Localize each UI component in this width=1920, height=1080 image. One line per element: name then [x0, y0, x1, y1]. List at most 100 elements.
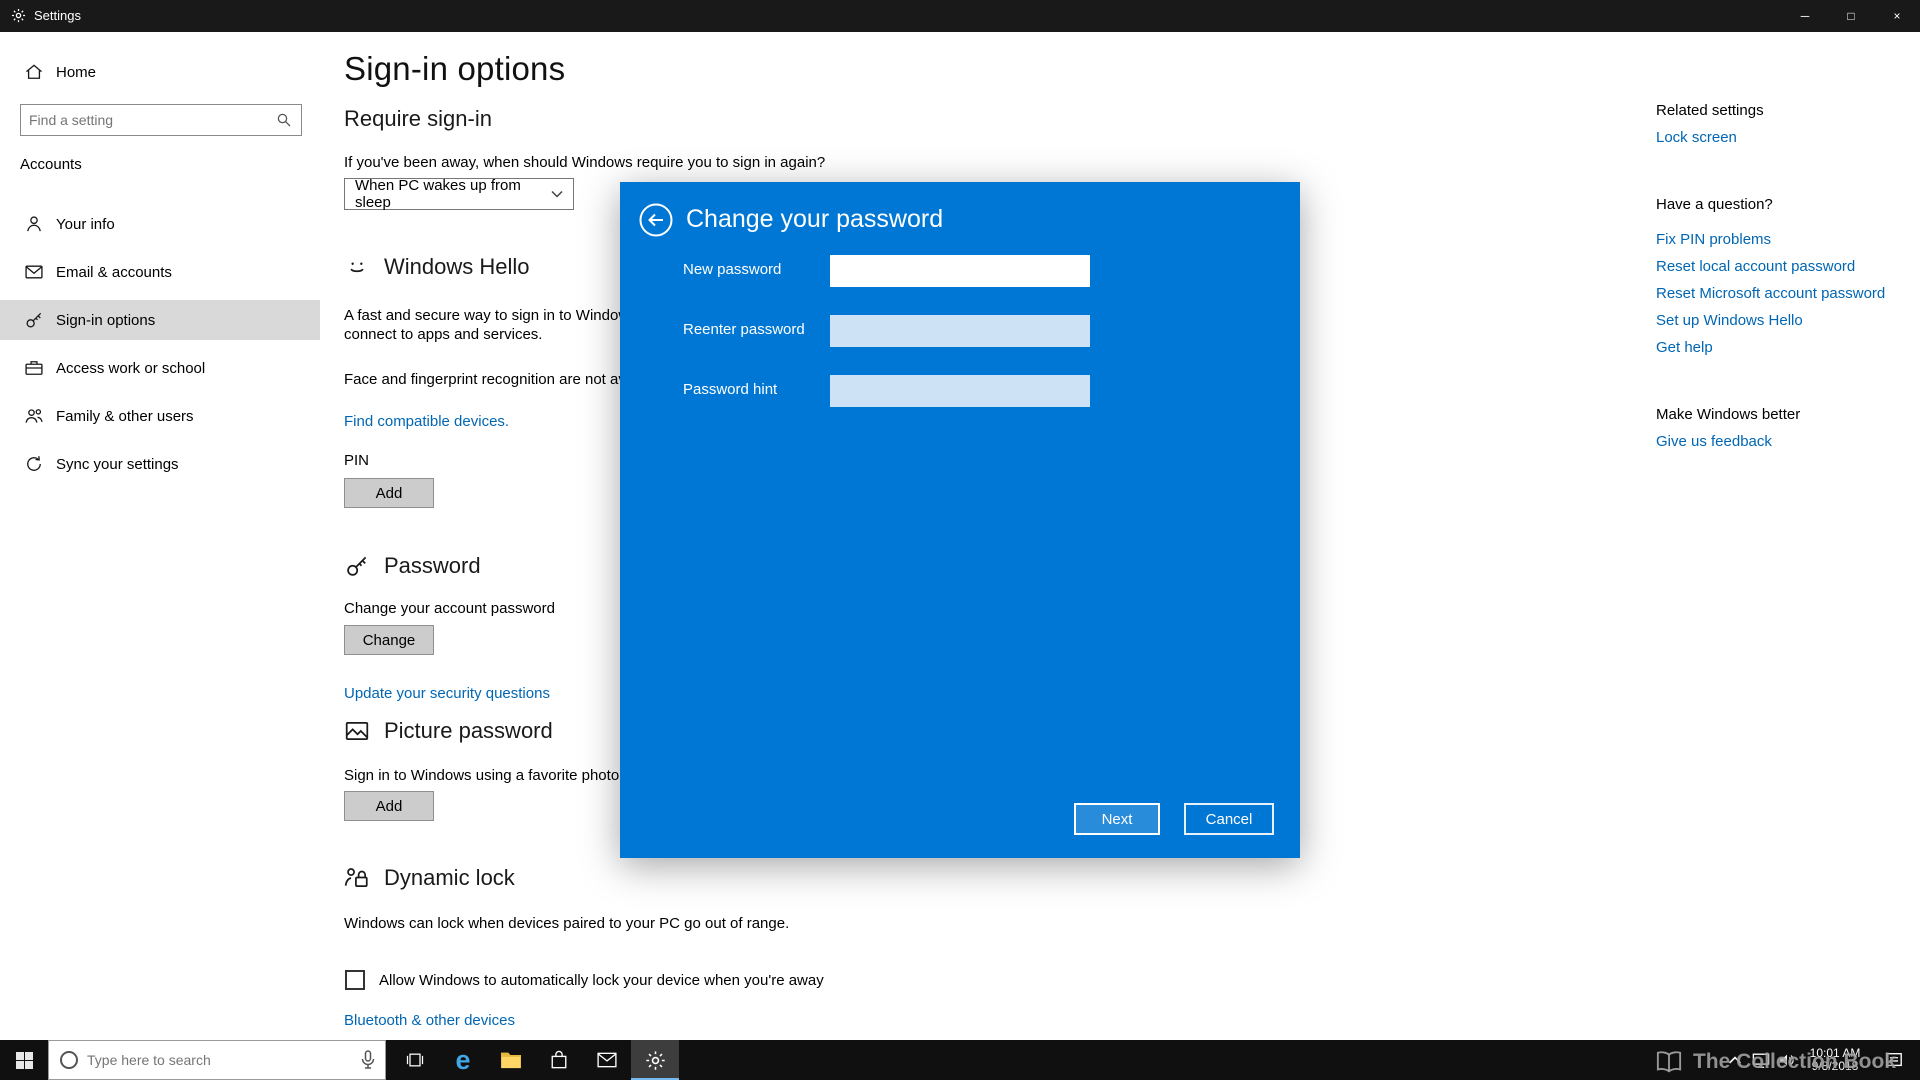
key-icon	[24, 310, 44, 330]
sidebar-item-label: Sync your settings	[56, 456, 179, 473]
home-icon	[24, 62, 44, 82]
require-signin-dropdown[interactable]: When PC wakes up from sleep	[344, 178, 574, 210]
edge-icon: e	[455, 1047, 470, 1074]
get-help-link[interactable]: Get help	[1656, 339, 1713, 356]
sidebar-item-sign-in-options[interactable]: Sign-in options	[0, 300, 320, 340]
settings-search-input[interactable]	[29, 112, 275, 128]
fix-pin-problems-link[interactable]: Fix PIN problems	[1656, 231, 1771, 248]
mail-taskbar-button[interactable]	[583, 1040, 631, 1080]
pin-add-button[interactable]: Add	[344, 478, 434, 508]
give-us-feedback-link[interactable]: Give us feedback	[1656, 433, 1772, 450]
reenter-password-label: Reenter password	[683, 321, 805, 338]
sidebar-item-label: Your info	[56, 216, 115, 233]
maximize-button[interactable]: □	[1828, 0, 1874, 32]
window-title: Settings	[34, 0, 81, 32]
password-hint-input[interactable]	[830, 375, 1090, 407]
dynamic-lock-heading: Dynamic lock	[344, 865, 515, 891]
sidebar-item-sync-settings[interactable]: Sync your settings	[0, 444, 320, 484]
task-view-button[interactable]	[391, 1040, 439, 1080]
settings-search-box[interactable]	[20, 104, 302, 136]
sidebar-item-home[interactable]: Home	[0, 52, 320, 92]
tray-chevron-up-icon[interactable]	[1722, 1040, 1748, 1080]
page-title: Sign-in options	[344, 50, 565, 88]
windows-hello-availability: Face and fingerprint recognition are not…	[344, 370, 641, 389]
sidebar-item-family-other-users[interactable]: Family & other users	[0, 396, 320, 436]
clock-date: 9/8/2018	[1798, 1060, 1872, 1073]
password-change-button[interactable]: Change	[344, 625, 434, 655]
sidebar-item-email-accounts[interactable]: Email & accounts	[0, 252, 320, 292]
pin-label: PIN	[344, 451, 369, 470]
windows-logo-icon	[16, 1052, 33, 1069]
person-icon	[24, 214, 44, 234]
picture-password-add-button[interactable]: Add	[344, 791, 434, 821]
start-button[interactable]	[0, 1040, 48, 1080]
sidebar-category-label: Accounts	[20, 156, 82, 173]
key-icon	[344, 553, 370, 579]
close-button[interactable]: ×	[1874, 0, 1920, 32]
back-button[interactable]	[638, 202, 674, 238]
have-a-question-heading: Have a question?	[1656, 196, 1773, 213]
cancel-button[interactable]: Cancel	[1184, 803, 1274, 835]
taskbar-search-box[interactable]	[48, 1040, 386, 1080]
mail-icon	[597, 1052, 617, 1068]
password-description: Change your account password	[344, 599, 555, 618]
new-password-input[interactable]	[830, 255, 1090, 287]
sidebar-item-your-info[interactable]: Your info	[0, 204, 320, 244]
sidebar-item-label: Sign-in options	[56, 312, 155, 329]
task-view-icon	[405, 1050, 425, 1070]
dynamic-lock-checkbox-row: Allow Windows to automatically lock your…	[345, 970, 824, 990]
picture-password-heading: Picture password	[344, 718, 553, 744]
sidebar-item-label: Access work or school	[56, 360, 205, 377]
sync-icon	[24, 454, 44, 474]
briefcase-icon	[24, 358, 44, 378]
microphone-icon[interactable]	[361, 1050, 375, 1070]
edge-taskbar-button[interactable]: e	[439, 1040, 487, 1080]
reset-local-account-password-link[interactable]: Reset local account password	[1656, 258, 1855, 275]
dynamic-lock-checkbox[interactable]	[345, 970, 365, 990]
section-heading-label: Picture password	[384, 718, 553, 744]
action-center-button[interactable]	[1872, 1040, 1916, 1080]
envelope-icon	[24, 262, 44, 282]
settings-taskbar-button[interactable]	[631, 1040, 679, 1080]
security-questions-link[interactable]: Update your security questions	[344, 685, 550, 702]
taskbar: e	[0, 1040, 1920, 1080]
hello-face-icon	[344, 254, 370, 280]
lock-screen-link[interactable]: Lock screen	[1656, 129, 1737, 146]
gear-icon	[645, 1050, 666, 1071]
volume-icon[interactable]	[1774, 1040, 1800, 1080]
find-compatible-devices-link[interactable]: Find compatible devices.	[344, 413, 509, 430]
require-signin-question: If you've been away, when should Windows…	[344, 153, 825, 172]
titlebar: Settings ─ □ ×	[0, 0, 1920, 32]
store-taskbar-button[interactable]	[535, 1040, 583, 1080]
store-bag-icon	[550, 1050, 568, 1070]
minimize-button[interactable]: ─	[1782, 0, 1828, 32]
next-button[interactable]: Next	[1074, 803, 1160, 835]
change-password-dialog: Change your password New password Reente…	[620, 182, 1300, 858]
taskbar-search-input[interactable]	[87, 1052, 353, 1068]
set-up-windows-hello-link[interactable]: Set up Windows Hello	[1656, 312, 1803, 329]
make-windows-better-heading: Make Windows better	[1656, 406, 1800, 423]
bluetooth-devices-link[interactable]: Bluetooth & other devices	[344, 1012, 515, 1029]
file-explorer-taskbar-button[interactable]	[487, 1040, 535, 1080]
windows-hello-description: A fast and secure way to sign in to Wind…	[344, 306, 641, 344]
reenter-password-input[interactable]	[830, 315, 1090, 347]
dynamic-lock-description: Windows can lock when devices paired to …	[344, 914, 789, 933]
description-line: A fast and secure way to sign in to Wind…	[344, 306, 641, 325]
new-password-label: New password	[683, 261, 781, 278]
checkbox-label: Allow Windows to automatically lock your…	[379, 972, 824, 989]
related-settings-heading: Related settings	[1656, 102, 1764, 119]
section-heading-label: Dynamic lock	[384, 865, 515, 891]
description-line: connect to apps and services.	[344, 325, 641, 344]
network-icon[interactable]	[1748, 1040, 1774, 1080]
people-icon	[24, 406, 44, 426]
dropdown-value: When PC wakes up from sleep	[355, 177, 551, 211]
dynamic-lock-icon	[344, 865, 370, 891]
sidebar-item-access-work-school[interactable]: Access work or school	[0, 348, 320, 388]
settings-gear-icon	[11, 8, 26, 23]
reset-microsoft-account-password-link[interactable]: Reset Microsoft account password	[1656, 285, 1885, 302]
sidebar-item-label: Home	[56, 64, 96, 81]
taskbar-clock[interactable]: 10:01 AM 9/8/2018	[1798, 1040, 1872, 1080]
folder-icon	[500, 1051, 522, 1069]
window-controls: ─ □ ×	[1782, 0, 1920, 32]
section-heading-label: Windows Hello	[384, 254, 530, 280]
